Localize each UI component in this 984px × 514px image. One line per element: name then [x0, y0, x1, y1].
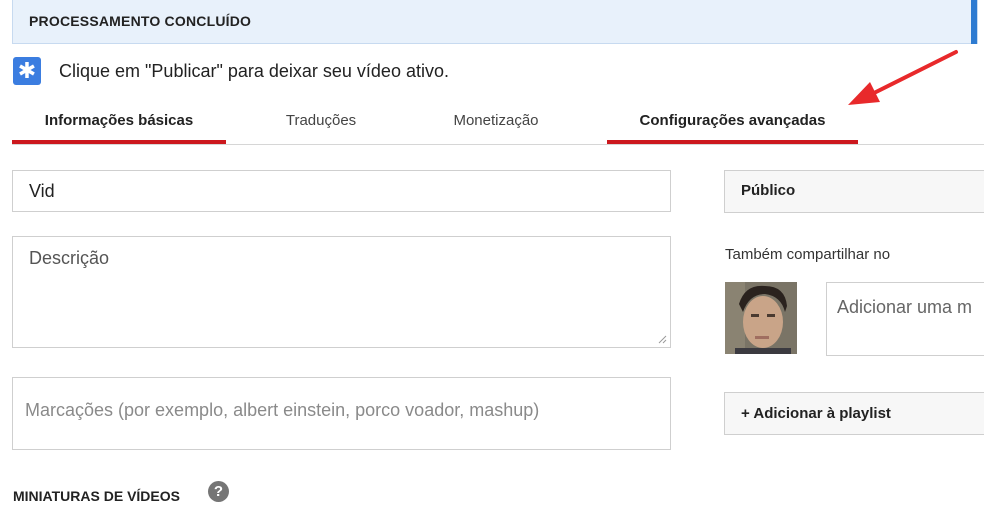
notice-text: Clique em "Publicar" para deixar seu víd…: [59, 60, 449, 81]
tab-label: Traduções: [285, 111, 357, 129]
comment-placeholder: Adicionar uma m: [837, 297, 973, 317]
red-arrow-icon: [848, 50, 958, 105]
description-placeholder: Descrição: [29, 248, 110, 268]
tab-translations[interactable]: Traduções: [226, 96, 416, 144]
tab-advanced-settings[interactable]: Configurações avançadas: [607, 96, 858, 144]
tab-label: Monetização: [453, 111, 539, 129]
tags-placeholder: Marcações (por exemplo, albert einstein,…: [25, 400, 540, 420]
share-label: Também compartilhar no: [725, 246, 891, 263]
title-input[interactable]: Vid: [12, 170, 671, 212]
tab-label: Configurações avançadas: [639, 111, 826, 129]
add-to-playlist-button[interactable]: + Adicionar à playlist: [724, 392, 984, 435]
tab-basic-info[interactable]: Informações básicas: [12, 96, 226, 144]
privacy-select[interactable]: Público: [724, 170, 984, 213]
asterisk-icon: ✱: [13, 57, 41, 85]
share-comment-input[interactable]: Adicionar uma m: [826, 282, 984, 356]
banner-accent-bar: [971, 0, 977, 44]
tab-label: Informações básicas: [44, 111, 194, 129]
playlist-button-label: + Adicionar à playlist: [741, 405, 891, 422]
banner-title: PROCESSAMENTO CONCLUÍDO: [29, 13, 252, 29]
tags-input[interactable]: Marcações (por exemplo, albert einstein,…: [12, 377, 671, 450]
tab-monetization[interactable]: Monetização: [416, 96, 576, 144]
description-textarea[interactable]: Descrição: [12, 236, 671, 348]
avatar: [725, 282, 797, 354]
processing-banner: PROCESSAMENTO CONCLUÍDO: [12, 0, 978, 44]
resize-handle-icon[interactable]: [657, 334, 667, 344]
title-value: Vid: [29, 181, 55, 201]
question-icon[interactable]: ?: [208, 481, 229, 502]
publish-notice: ✱ Clique em "Publicar" para deixar seu v…: [13, 57, 449, 85]
thumbnails-section-title: MINIATURAS DE VÍDEOS: [13, 488, 180, 504]
privacy-value: Público: [741, 182, 796, 199]
